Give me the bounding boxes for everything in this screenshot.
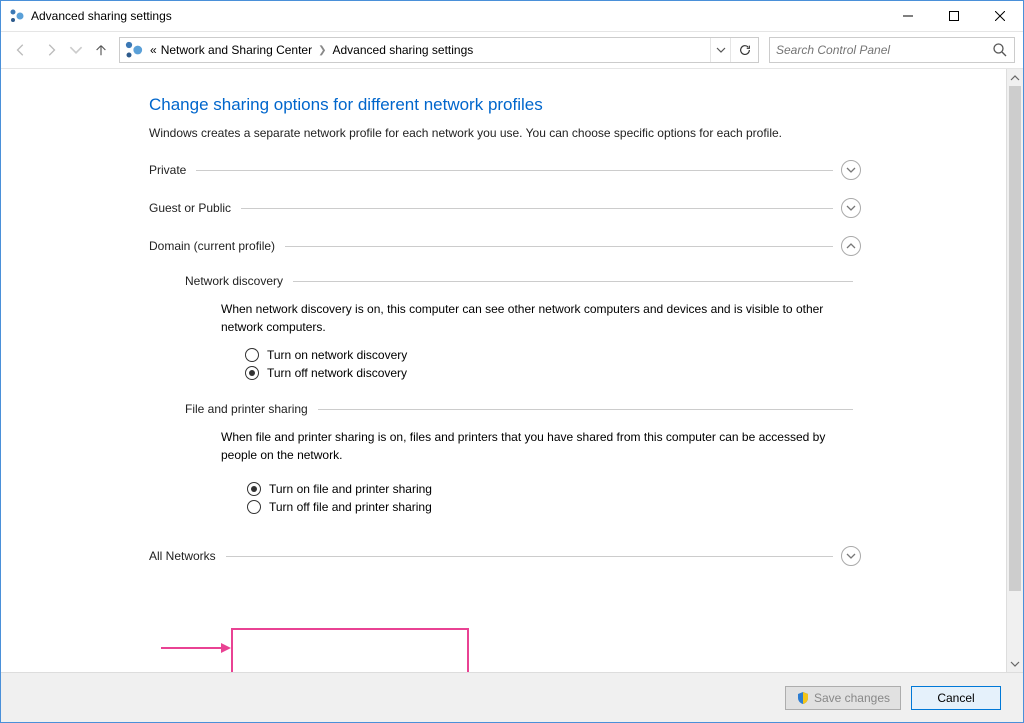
radio-label: Turn off network discovery	[267, 366, 407, 380]
content-area: Change sharing options for different net…	[1, 69, 1006, 672]
up-button[interactable]	[89, 38, 113, 62]
section-label: Domain (current profile)	[149, 239, 275, 253]
breadcrumb-item[interactable]: Advanced sharing settings	[333, 43, 474, 57]
button-label: Save changes	[814, 691, 890, 705]
vertical-scrollbar[interactable]	[1006, 69, 1023, 672]
radio-label: Turn off file and printer sharing	[269, 500, 432, 514]
forward-button[interactable]	[39, 38, 63, 62]
recent-locations-button[interactable]	[69, 38, 83, 62]
refresh-button[interactable]	[730, 38, 758, 62]
control-panel-icon	[9, 8, 25, 24]
control-panel-icon	[124, 42, 144, 58]
page-heading: Change sharing options for different net…	[149, 95, 861, 115]
search-input[interactable]	[776, 43, 992, 57]
section-label: All Networks	[149, 549, 216, 563]
scrollbar-thumb[interactable]	[1009, 86, 1021, 591]
button-label: Cancel	[937, 691, 974, 705]
expand-button[interactable]	[841, 198, 861, 218]
radio-turn-on-network-discovery[interactable]: Turn on network discovery	[245, 348, 861, 362]
section-private[interactable]: Private	[149, 160, 861, 180]
minimize-button[interactable]	[885, 1, 931, 31]
network-discovery-radios: Turn on network discovery Turn off netwo…	[245, 348, 861, 380]
scrollbar-track[interactable]	[1007, 86, 1023, 655]
section-label: Private	[149, 163, 186, 177]
collapse-button[interactable]	[841, 236, 861, 256]
search-box[interactable]	[769, 37, 1015, 63]
subsection-label: File and printer sharing	[185, 402, 308, 416]
expand-button[interactable]	[841, 546, 861, 566]
section-label: Guest or Public	[149, 201, 231, 215]
radio-turn-on-file-printer-sharing[interactable]: Turn on file and printer sharing	[247, 482, 855, 496]
scroll-up-button[interactable]	[1007, 69, 1023, 86]
search-icon[interactable]	[992, 42, 1008, 58]
subsection-network-discovery: Network discovery	[185, 274, 861, 288]
radio-label: Turn on network discovery	[267, 348, 407, 362]
close-button[interactable]	[977, 1, 1023, 31]
radio-icon	[245, 348, 259, 362]
radio-turn-off-network-discovery[interactable]: Turn off network discovery	[245, 366, 861, 380]
subsection-file-printer-sharing: File and printer sharing	[185, 402, 861, 416]
subsection-label: Network discovery	[185, 274, 283, 288]
radio-icon	[247, 482, 261, 496]
radio-turn-off-file-printer-sharing[interactable]: Turn off file and printer sharing	[247, 500, 855, 514]
cancel-button[interactable]: Cancel	[911, 686, 1001, 710]
page-intro: Windows creates a separate network profi…	[149, 125, 849, 142]
annotation-arrow	[161, 640, 231, 656]
section-guest-public[interactable]: Guest or Public	[149, 198, 861, 218]
file-printer-radios: Turn on file and printer sharing Turn of…	[241, 476, 861, 524]
annotation-highlight-box	[231, 628, 469, 672]
section-all-networks[interactable]: All Networks	[149, 546, 861, 566]
maximize-button[interactable]	[931, 1, 977, 31]
address-history-button[interactable]	[710, 38, 730, 62]
address-bar[interactable]: « Network and Sharing Center ❯ Advanced …	[119, 37, 759, 63]
chevron-right-icon: ❯	[318, 45, 326, 56]
network-discovery-desc: When network discovery is on, this compu…	[221, 300, 861, 336]
footer: Save changes Cancel	[1, 672, 1023, 722]
scroll-down-button[interactable]	[1007, 655, 1023, 672]
save-changes-button[interactable]: Save changes	[785, 686, 901, 710]
titlebar: Advanced sharing settings	[1, 1, 1023, 31]
back-button[interactable]	[9, 38, 33, 62]
breadcrumb-item[interactable]: Network and Sharing Center	[161, 43, 312, 57]
expand-button[interactable]	[841, 160, 861, 180]
shield-icon	[796, 691, 810, 705]
window-title: Advanced sharing settings	[31, 9, 172, 23]
radio-icon	[245, 366, 259, 380]
radio-icon	[247, 500, 261, 514]
breadcrumb-prefix: «	[150, 43, 157, 57]
section-domain[interactable]: Domain (current profile)	[149, 236, 861, 256]
toolbar: « Network and Sharing Center ❯ Advanced …	[1, 31, 1023, 69]
file-printer-desc: When file and printer sharing is on, fil…	[221, 428, 861, 464]
radio-label: Turn on file and printer sharing	[269, 482, 432, 496]
